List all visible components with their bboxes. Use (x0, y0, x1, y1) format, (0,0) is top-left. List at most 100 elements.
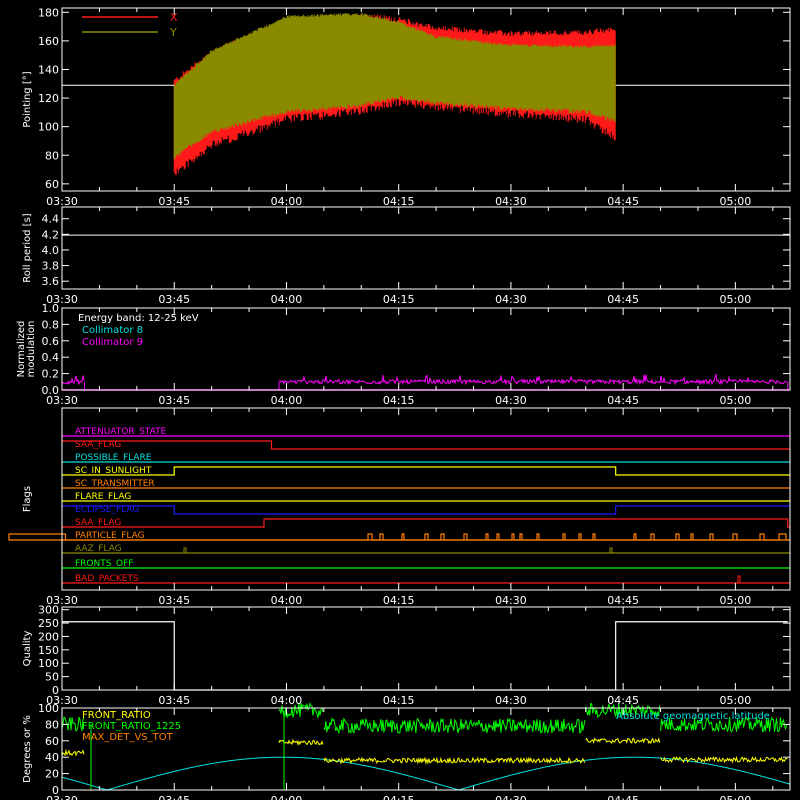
front-time-tick-label: 04:00 (271, 794, 303, 800)
pointing-y-tick-label: 60 (45, 178, 59, 191)
flags-ylabel: Flags (22, 486, 33, 512)
flags-time-tick-label: 04:15 (383, 594, 415, 607)
roll-frame (61, 206, 791, 290)
front-time-tick-label: 04:15 (383, 794, 415, 800)
pointing-y-tick-label: 160 (38, 35, 59, 48)
pointing-y-tick-label: 180 (38, 6, 59, 19)
quality-time-tick-label: 03:45 (158, 694, 190, 707)
front-ylabel: Degrees or % (22, 715, 33, 783)
roll-y-tick-label: 3.6 (42, 275, 60, 288)
flag-label-9: AAZ_FLAG (75, 544, 122, 554)
front-y-tick-label: 80 (45, 718, 59, 731)
pointing-time-tick-label: 03:45 (158, 195, 190, 208)
pointing-y-tick-label: 140 (38, 63, 59, 76)
modulation-y-tick-label: 0.0 (42, 384, 60, 397)
quality-y-tick-label: 100 (38, 657, 59, 670)
modulation-y-tick-label: 0.4 (42, 351, 60, 364)
flag-label-6: ECLIPSE_FLAG (75, 505, 139, 515)
front-y-tick-label: 0 (52, 784, 59, 797)
quality-line (62, 621, 788, 691)
pointing-y-tick-label: 100 (38, 121, 59, 134)
flags-time-tick-label: 04:30 (495, 594, 527, 607)
pointing-time-tick-label: 04:00 (271, 195, 303, 208)
modulation-collimator9-segment-1 (278, 372, 788, 386)
roll-y-tick-label: 4.4 (42, 213, 60, 226)
quality-y-tick-label: 0 (52, 684, 59, 697)
front-y-tick-label: 20 (45, 768, 59, 781)
flag-label-1: SAA_FLAG (75, 440, 121, 450)
roll-y-tick-label: 4.2 (42, 228, 60, 241)
modulation-time-tick-label: 04:45 (607, 394, 639, 407)
quality-y-tick-label: 50 (45, 671, 59, 684)
quality-y-tick-label: 300 (38, 604, 59, 617)
flags-time-tick-label: 04:45 (607, 594, 639, 607)
pointing-time-tick-label: 04:45 (607, 195, 639, 208)
front-legend-2: MAX_DET_VS_TOT (82, 732, 174, 743)
front-time-tick-label: 03:30 (46, 794, 78, 800)
pointing-time-tick-label: 04:30 (495, 195, 527, 208)
flag-label-0: ATTENUATOR_STATE (75, 427, 167, 437)
quality-y-tick-label: 200 (38, 630, 59, 643)
roll-time-tick-label: 04:00 (271, 293, 303, 306)
modulation-time-tick-label: 05:00 (720, 394, 752, 407)
modulation-time-tick-label: 04:30 (495, 394, 527, 407)
flag-label-3: SC_IN_SUNLIGHT (75, 466, 152, 476)
pointing-legend-label-x: X (170, 11, 178, 24)
front-y-tick-label: 40 (45, 751, 59, 764)
flag-line-1 (62, 440, 790, 450)
roll-y-tick-label: 3.8 (42, 260, 60, 273)
quality-time-tick-label: 04:15 (383, 694, 415, 707)
modulation-collimator9-segment-0 (61, 375, 85, 386)
pointing-series-y (173, 12, 616, 160)
pointing-ylabel: Pointing [°] (22, 71, 33, 127)
quality-y-tick-label: 250 (38, 617, 59, 630)
flags-time-tick-label: 05:00 (720, 594, 752, 607)
flag-label-4: SC_TRANSMITTER (75, 479, 155, 489)
pointing-time-tick-label: 04:15 (383, 195, 415, 208)
flags-frame (61, 407, 791, 591)
flag-line-3 (62, 466, 790, 476)
flag-label-10: FRONTS_OFF (75, 559, 133, 569)
modulation-y-tick-label: 0.2 (42, 368, 60, 381)
text-layer: 03:30 03:45 04:00 04:15 04:30 04:45 05:00 60 80 1… (16, 6, 770, 800)
modulation-time-tick-label: 04:00 (271, 394, 303, 407)
flag-line-6 (62, 505, 790, 515)
front-legend-0: FRONT_RATIO (82, 710, 151, 721)
pointing-time-tick-label: 03:30 (46, 195, 78, 208)
pointing-y-tick-label: 80 (45, 149, 59, 162)
flags-time-tick-label: 03:45 (158, 594, 190, 607)
flags-time-tick-label: 04:00 (271, 594, 303, 607)
modulation-energy-band: Energy band: 12-25 keV (78, 313, 199, 324)
roll-time-tick-label: 05:00 (720, 293, 752, 306)
modulation-ylabel-2: modulation (26, 321, 37, 378)
flag-bad-packets-spike (737, 575, 741, 583)
front-time-tick-label: 05:00 (720, 794, 752, 800)
flag-label-11: BAD_PACKETS (75, 574, 139, 584)
flag-aaz-spikes (183, 547, 613, 553)
front-legend-latitude: Absolute geomagnetic latitude (616, 711, 770, 722)
front-y-tick-label: 60 (45, 735, 59, 748)
modulation-y-tick-label: 0.8 (42, 318, 60, 331)
modulation-time-tick-label: 03:45 (158, 394, 190, 407)
front-y-tick-label: 100 (38, 702, 59, 715)
modulation-y-tick-label: 0.6 (42, 335, 60, 348)
roll-y-tick-label: 4.0 (42, 244, 60, 257)
roll-time-tick-label: 03:45 (158, 293, 190, 306)
quality-ylabel: Quality (22, 631, 33, 667)
modulation-time-tick-label: 04:15 (383, 394, 415, 407)
quality-y-tick-label: 150 (38, 644, 59, 657)
modulation-legend-8: Collimator 8 (82, 325, 143, 336)
flag-label-5: FLARE_FLAG (75, 492, 131, 502)
roll-time-tick-label: 04:30 (495, 293, 527, 306)
flag-label-8: PARTICLE_FLAG (75, 531, 145, 541)
roll-time-tick-label: 04:45 (607, 293, 639, 306)
quality-time-tick-label: 04:30 (495, 694, 527, 707)
front-legend-1: FRONT_RATIO_1225 (82, 721, 181, 732)
quality-frame (61, 606, 791, 691)
pointing-time-tick-label: 05:00 (720, 195, 752, 208)
chart-canvas: 03:30 03:45 04:00 04:15 04:30 04:45 05:00 60 80 1… (8, 6, 791, 800)
modulation-y-tick-label: 1.0 (42, 302, 60, 315)
roll-time-tick-label: 04:15 (383, 293, 415, 306)
front-time-tick-label: 04:45 (607, 794, 639, 800)
modulation-legend-9: Collimator 9 (82, 337, 143, 348)
